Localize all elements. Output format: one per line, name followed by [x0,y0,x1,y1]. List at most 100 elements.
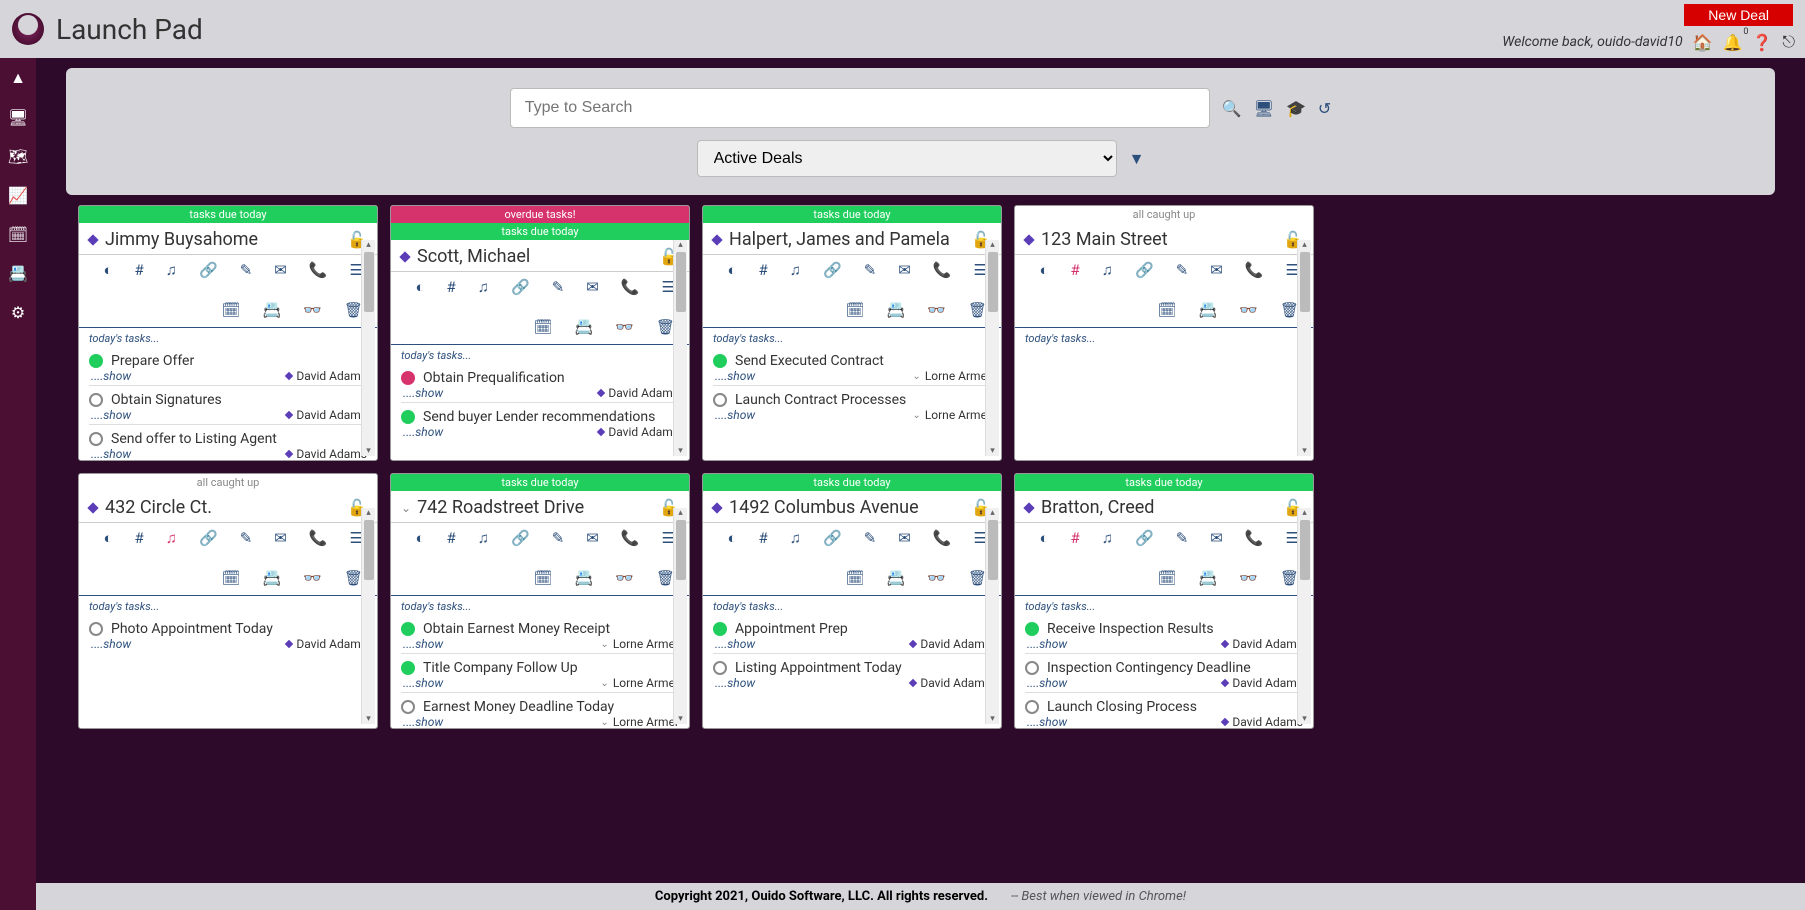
scroll-thumb[interactable] [988,252,998,312]
scroll-thumb[interactable] [1300,252,1310,312]
nav-rocket-icon[interactable]: ▲ [10,68,26,88]
help-icon[interactable]: ❓ [1752,33,1772,52]
hash-icon[interactable]: # [135,261,144,279]
show-link[interactable]: ....show [715,676,755,690]
nav-chart-icon[interactable]: 📈 [8,186,28,205]
card-scrollbar[interactable]: ▴▾ [361,508,375,724]
task-status-dot[interactable] [713,661,727,675]
cal-icon[interactable]: 🗓 [1158,569,1177,587]
scroll-up-icon[interactable]: ▴ [1302,508,1307,518]
link-icon[interactable]: 🔗 [823,261,842,279]
deal-title[interactable]: 1492 Columbus Avenue [729,497,971,518]
nav-monitor-icon[interactable]: 🖥 [8,108,28,127]
task-status-dot[interactable] [89,622,103,636]
link-icon[interactable]: 🔗 [199,261,218,279]
dash-icon[interactable]: ◐ [415,529,424,547]
show-link[interactable]: ....show [403,386,443,400]
link-icon[interactable]: 🔗 [823,529,842,547]
phone-icon[interactable]: 📞 [621,529,640,547]
scroll-down-icon[interactable]: ▾ [990,446,995,456]
cal-icon[interactable]: 🗓 [534,318,553,336]
scroll-thumb[interactable] [676,252,686,312]
monitor-icon[interactable]: 🖥 [1254,99,1274,118]
cal-icon[interactable]: 🗓 [534,569,553,587]
card-scrollbar[interactable]: ▴▾ [1297,508,1311,724]
scroll-down-icon[interactable]: ▾ [990,714,995,724]
music-icon[interactable]: ♫ [790,261,801,279]
show-link[interactable]: ....show [91,369,131,383]
new-deal-button[interactable]: New Deal [1684,4,1793,26]
logout-icon[interactable]: ⎋ [1782,32,1795,52]
link-icon[interactable]: 🔗 [1135,261,1154,279]
scroll-up-icon[interactable]: ▴ [1302,240,1307,250]
glasses-icon[interactable]: 👓 [927,301,946,319]
cal-icon[interactable]: 🗓 [222,569,241,587]
phone-icon[interactable]: 📞 [933,261,952,279]
scroll-down-icon[interactable]: ▾ [1302,714,1307,724]
glasses-icon[interactable]: 👓 [303,301,322,319]
music-icon[interactable]: ♫ [1102,529,1113,547]
scroll-up-icon[interactable]: ▴ [678,240,683,250]
scroll-up-icon[interactable]: ▴ [990,508,995,518]
edit-icon[interactable]: ✎ [240,529,253,547]
mail-icon[interactable]: ✉ [586,278,599,296]
task-status-dot[interactable] [713,622,727,636]
show-link[interactable]: ....show [91,408,131,422]
cal-icon[interactable]: 🗓 [846,301,865,319]
mail-icon[interactable]: ✉ [274,529,287,547]
task-status-dot[interactable] [89,432,103,446]
show-link[interactable]: ....show [715,408,755,422]
phone-icon[interactable]: 📞 [1245,261,1264,279]
deal-title[interactable]: Jimmy Buysahome [105,229,347,250]
mail-icon[interactable]: ✉ [586,529,599,547]
bell-icon[interactable]: 🔔0 [1723,33,1743,52]
card-scrollbar[interactable]: ▴▾ [361,240,375,456]
phone-icon[interactable]: 📞 [621,278,640,296]
glasses-icon[interactable]: 👓 [1239,301,1258,319]
card-icon[interactable]: 📇 [263,301,282,319]
phone-icon[interactable]: 📞 [1245,529,1264,547]
card-icon[interactable]: 📇 [887,301,906,319]
task-status-dot[interactable] [401,371,415,385]
show-link[interactable]: ....show [403,425,443,439]
scroll-down-icon[interactable]: ▾ [366,446,371,456]
show-link[interactable]: ....show [403,715,443,728]
glasses-icon[interactable]: 👓 [303,569,322,587]
dash-icon[interactable]: ◐ [727,529,736,547]
scroll-up-icon[interactable]: ▴ [990,240,995,250]
scroll-thumb[interactable] [1300,520,1310,580]
scroll-down-icon[interactable]: ▾ [678,714,683,724]
deal-title[interactable]: 123 Main Street [1041,229,1283,250]
cal-icon[interactable]: 🗓 [222,301,241,319]
nav-map-icon[interactable]: 🗺 [8,147,28,166]
undo-icon[interactable]: ↺ [1318,99,1331,118]
task-status-dot[interactable] [1025,622,1039,636]
card-icon[interactable]: 📇 [887,569,906,587]
hash-icon[interactable]: # [447,278,456,296]
scroll-down-icon[interactable]: ▾ [366,714,371,724]
task-status-dot[interactable] [713,393,727,407]
phone-icon[interactable]: 📞 [309,261,328,279]
task-status-dot[interactable] [89,354,103,368]
scroll-down-icon[interactable]: ▾ [1302,446,1307,456]
task-status-dot[interactable] [1025,661,1039,675]
card-scrollbar[interactable]: ▴▾ [673,508,687,724]
mail-icon[interactable]: ✉ [274,261,287,279]
card-icon[interactable]: 📇 [1199,569,1218,587]
glasses-icon[interactable]: 👓 [615,318,634,336]
cal-icon[interactable]: 🗓 [846,569,865,587]
mail-icon[interactable]: ✉ [1210,529,1223,547]
link-icon[interactable]: 🔗 [511,529,530,547]
scroll-thumb[interactable] [364,520,374,580]
edit-icon[interactable]: ✎ [240,261,253,279]
dash-icon[interactable]: ◐ [727,261,736,279]
card-icon[interactable]: 📇 [575,318,594,336]
nav-settings-icon[interactable]: ⚙ [11,303,25,322]
edit-icon[interactable]: ✎ [864,529,877,547]
show-link[interactable]: ....show [1027,637,1067,651]
glasses-icon[interactable]: 👓 [927,569,946,587]
home-icon[interactable]: 🏠 [1693,33,1713,52]
search-icon[interactable]: 🔍 [1222,99,1242,118]
edit-icon[interactable]: ✎ [552,529,565,547]
hash-icon[interactable]: # [759,529,768,547]
